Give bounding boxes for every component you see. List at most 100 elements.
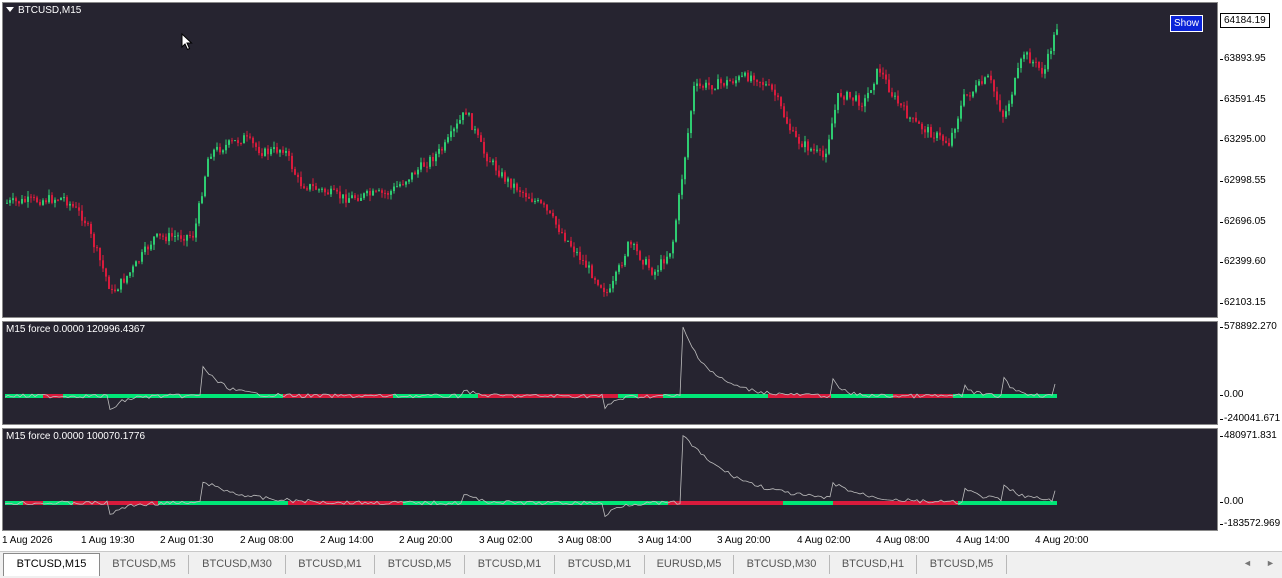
candle-body [417,169,419,175]
tab-btcusd-h1[interactable]: BTCUSD,H1 [830,555,917,574]
candle-body [327,192,329,195]
candle-body [18,201,20,204]
candle-body [984,77,986,84]
candle-body [786,117,788,124]
candle-body [276,147,278,153]
candle-body [270,149,272,155]
candle-body [678,194,680,221]
candle-body [57,199,59,201]
candle-body [216,146,218,150]
candle-body [1002,110,1004,117]
candle-body [987,75,989,78]
candle-body [156,233,158,237]
candle-body [780,97,782,107]
tab-scroll-left-icon[interactable]: ◄ [1243,558,1252,568]
candle-body [87,223,89,225]
price-label: 62103.15 [1220,297,1266,308]
time-label: 3 Aug 20:00 [717,535,771,546]
candle-body [762,82,764,85]
tab-btcusd-m1[interactable]: BTCUSD,M1 [465,555,555,574]
candle-body [978,81,980,86]
candle-body [1011,94,1013,104]
candle-body [243,135,245,144]
candle-body [810,148,812,151]
candle-body [339,191,341,199]
candle-body [735,80,737,84]
candle-body [528,197,530,199]
candle-body [9,200,11,203]
tab-btcusd-m5[interactable]: BTCUSD,M5 [100,555,189,574]
tab-btcusd-m15[interactable]: BTCUSD,M15 [3,553,100,576]
candle-body [474,129,476,131]
tab-btcusd-m30[interactable]: BTCUSD,M30 [734,555,830,574]
price-axis[interactable]: 63893.95 63591.45 63295.00 62998.55 6269… [1219,0,1282,531]
candle-body [141,252,143,262]
candle-body [633,244,635,246]
candle-body [237,140,239,143]
candle-body [120,278,122,290]
candle-body [687,133,689,158]
price-label: 63893.95 [1220,53,1266,64]
tab-btcusd-m30[interactable]: BTCUSD,M30 [189,555,286,574]
candle-body [1008,103,1010,112]
tab-btcusd-m5[interactable]: BTCUSD,M5 [375,555,465,574]
candle-body [15,198,17,202]
candle-body [222,150,224,153]
candle-body [1023,54,1025,59]
candle-body [834,109,836,124]
time-axis[interactable]: 1 Aug 2026 1 Aug 19:30 2 Aug 01:30 2 Aug… [0,532,1220,550]
candle-body [717,79,719,90]
candle-body [168,233,170,242]
candle-body [729,80,731,82]
force-indicator-pane-2[interactable]: M15 force 0.0000 100070.1776 [2,428,1218,531]
candle-body [870,90,872,93]
candle-body [435,153,437,162]
time-label: 4 Aug 20:00 [1035,535,1089,546]
tab-btcusd-m5[interactable]: BTCUSD,M5 [917,555,1007,574]
tab-eurusd-m5[interactable]: EURUSD,M5 [645,555,734,574]
candle-body [879,68,881,73]
candle-body [831,123,833,140]
time-label: 1 Aug 2026 [2,535,53,546]
candle-body [777,95,779,98]
candle-body [858,95,860,106]
candle-body [747,72,749,82]
candle-body [180,235,182,239]
candle-body [966,94,968,96]
tab-btcusd-m1[interactable]: BTCUSD,M1 [555,555,645,574]
candle-body [846,91,848,100]
candle-body [1020,58,1022,69]
candle-body [693,85,695,112]
candle-body [852,97,854,101]
candle-body [675,220,677,242]
candle-body [444,142,446,151]
candle-body [1041,67,1043,74]
tab-scroll-right-icon[interactable]: ► [1266,558,1275,568]
candle-body [126,275,128,283]
candle-body [909,117,911,119]
candle-body [585,260,587,268]
candle-body [228,140,230,145]
time-label: 3 Aug 14:00 [638,535,692,546]
candle-body [948,142,950,146]
show-button[interactable]: Show [1170,15,1204,32]
candle-body [66,197,68,206]
candle-body [849,91,851,98]
candle-body [312,184,314,187]
candle-body [489,161,491,163]
candle-body [291,155,293,170]
candle-body [330,188,332,195]
indicator2-zero-label: 0.00 [1219,496,1244,507]
candle-body [360,197,362,201]
collapse-triangle-icon[interactable] [6,7,14,12]
candle-body [792,130,794,132]
time-label: 1 Aug 19:30 [81,535,135,546]
candle-body [102,260,104,269]
candle-body [945,140,947,143]
tab-btcusd-m1[interactable]: BTCUSD,M1 [286,555,375,574]
candle-body [273,147,275,150]
candle-body [342,194,344,199]
candle-body [201,196,203,204]
force-indicator-pane-1[interactable]: M15 force 0.0000 120996.4367 [2,321,1218,425]
candle-body [159,233,161,236]
